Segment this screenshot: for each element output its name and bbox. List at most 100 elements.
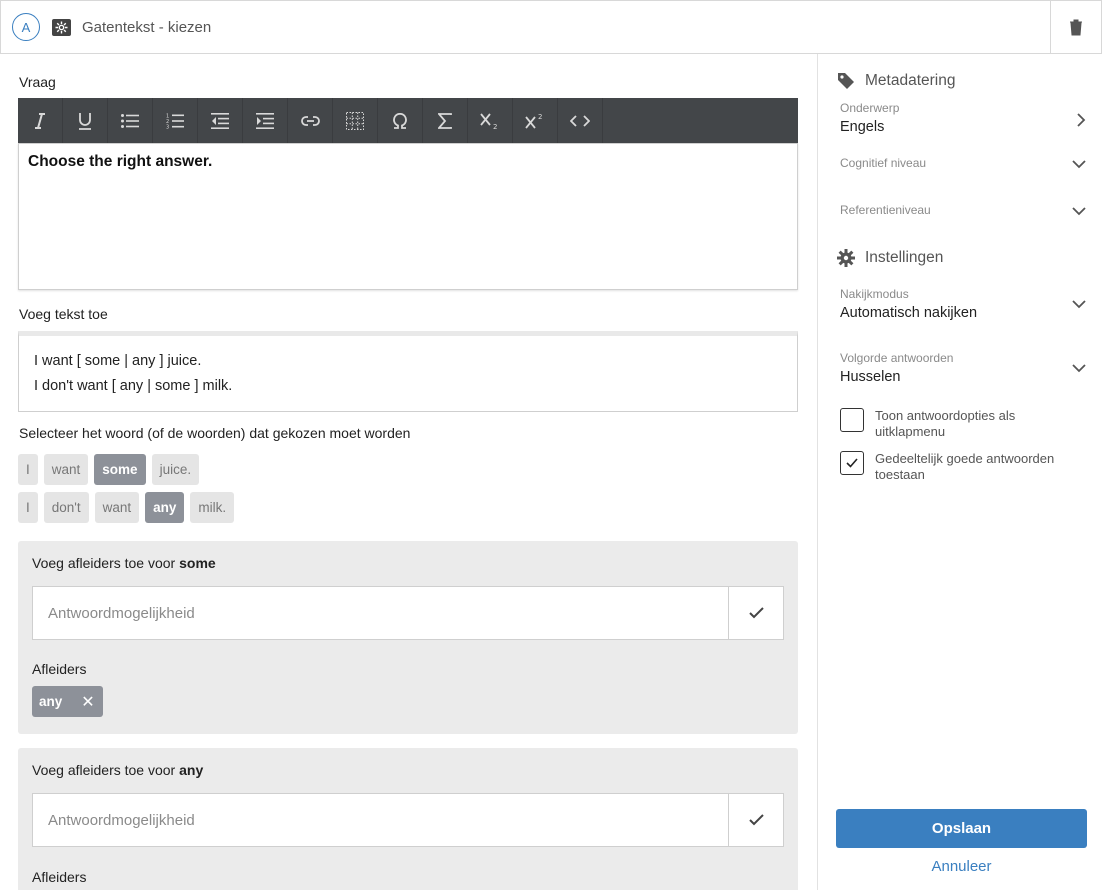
text-line: I don't want [ any | some ] milk. [34,378,233,394]
word-chip[interactable]: juice. [151,454,200,485]
subject-label: Onderwerp [840,101,900,115]
cloze-question-icon [52,18,71,36]
subject-field[interactable]: Onderwerp Engels [840,101,1086,135]
superscript-icon: 2 [525,113,542,129]
source-code-icon [570,114,590,127]
settings-header: Instellingen [837,249,943,267]
answer-input[interactable] [33,794,728,846]
dropdown-option-checkbox[interactable] [840,408,864,432]
numbered-list-icon: 123 [166,113,184,129]
outdent-icon [211,112,229,129]
superscript-button[interactable]: 2 [513,98,558,143]
word-row: I don't want any milk. [18,492,235,523]
editor-toolbar: 123 2 2 [18,98,798,143]
bullet-list-icon [121,113,139,128]
outdent-button[interactable] [198,98,243,143]
underline-button[interactable] [63,98,108,143]
word-chip[interactable]: milk. [190,492,235,523]
indent-button[interactable] [243,98,288,143]
special-char-icon [393,112,407,129]
cognitive-level-field[interactable]: Cognitief niveau [840,156,1086,170]
word-chip[interactable]: don't [43,492,89,523]
indent-icon [256,112,274,129]
word-chip[interactable]: want [94,492,140,523]
link-button[interactable] [288,98,333,143]
formula-icon [438,112,452,129]
distractor-chip: any ✕ [32,686,103,717]
word-chip[interactable]: I [18,492,38,523]
order-label: Volgorde antwoorden [840,351,954,365]
distractor-title: Voeg afleiders toe voor some [32,555,216,571]
partial-option-label: Gedeeltelijk goede antwoorden toestaan [875,451,1055,482]
add-answer-button[interactable] [728,794,783,846]
afleiders-label: Afleiders [32,661,87,677]
delete-button[interactable] [1050,1,1101,53]
answer-input[interactable] [33,587,728,639]
chevron-down-icon [1072,364,1086,373]
word-chip-selected[interactable]: any [145,492,185,523]
distractor-panel-any: Voeg afleiders toe voor any Afleiders [18,748,798,890]
check-icon [748,607,764,619]
svg-text:3: 3 [166,124,169,129]
answer-order-field[interactable]: Volgorde antwoorden Husselen [840,351,1086,385]
reference-label: Referentieniveau [840,203,931,217]
top-bar: A Gatentekst - kiezen [0,0,1102,54]
chevron-down-icon [1072,300,1086,309]
text-label: Voeg tekst toe [19,306,108,322]
gear-icon [837,249,855,267]
check-icon [846,458,858,468]
dropdown-option-row: Toon antwoordopties als uitklapmenu [840,408,1070,440]
cancel-link[interactable]: Annuleer [836,858,1087,875]
svg-text:2: 2 [493,123,497,130]
order-value: Husselen [840,369,901,385]
sidebar: Metadatering Onderwerp Engels Cognitief … [817,54,1102,890]
special-char-button[interactable] [378,98,423,143]
underline-icon [79,112,91,130]
italic-button[interactable] [18,98,63,143]
metadata-header: Metadatering [837,72,955,90]
main-panel: Vraag 123 2 2 Choose the right answer. V… [0,54,818,890]
answer-row [32,586,784,640]
grading-mode-field[interactable]: Nakijkmodus Automatisch nakijken [840,287,1086,321]
dropdown-option-label: Toon antwoordopties als uitklapmenu [875,408,1016,439]
metadata-title: Metadatering [865,72,956,89]
avatar[interactable]: A [12,13,40,41]
partial-option-checkbox[interactable] [840,451,864,475]
link-icon [300,115,320,126]
chevron-down-icon [1072,160,1086,169]
grading-value: Automatisch nakijken [840,305,978,321]
distractor-chip-label: any [39,694,63,709]
text-line: I want [ some | any ] juice. [34,353,202,369]
bullet-list-button[interactable] [108,98,153,143]
add-answer-button[interactable] [728,587,783,639]
reference-level-field[interactable]: Referentieniveau [840,203,1086,217]
save-button[interactable]: Opslaan [836,809,1087,848]
subscript-button[interactable]: 2 [468,98,513,143]
word-chip[interactable]: want [43,454,89,485]
cognitive-label: Cognitief niveau [840,156,927,170]
subscript-icon: 2 [480,112,497,130]
question-editor[interactable]: Choose the right answer. [18,143,798,290]
remove-chip-icon[interactable]: ✕ [81,692,94,712]
afleiders-label: Afleiders [32,869,87,885]
trash-icon [1070,19,1082,35]
question-label: Vraag [19,74,56,90]
numbered-list-button[interactable]: 123 [153,98,198,143]
distractor-title: Voeg afleiders toe voor any [32,762,204,778]
cloze-text-input[interactable]: I want [ some | any ] juice. I don't wan… [18,331,798,412]
subject-value: Engels [840,119,885,135]
word-chip[interactable]: I [18,454,38,485]
partial-option-row: Gedeeltelijk goede antwoorden toestaan [840,451,1070,483]
select-label: Selecteer het woord (of de woorden) dat … [19,425,411,441]
source-code-button[interactable] [558,98,603,143]
word-row: I want some juice. [18,454,200,485]
settings-title: Instellingen [865,249,944,266]
formula-button[interactable] [423,98,468,143]
table-icon [346,111,364,130]
chevron-right-icon [1077,113,1086,127]
word-chip-selected[interactable]: some [94,454,146,485]
italic-icon [35,112,45,129]
svg-text:2: 2 [538,113,542,121]
table-button[interactable] [333,98,378,143]
answer-row [32,793,784,847]
